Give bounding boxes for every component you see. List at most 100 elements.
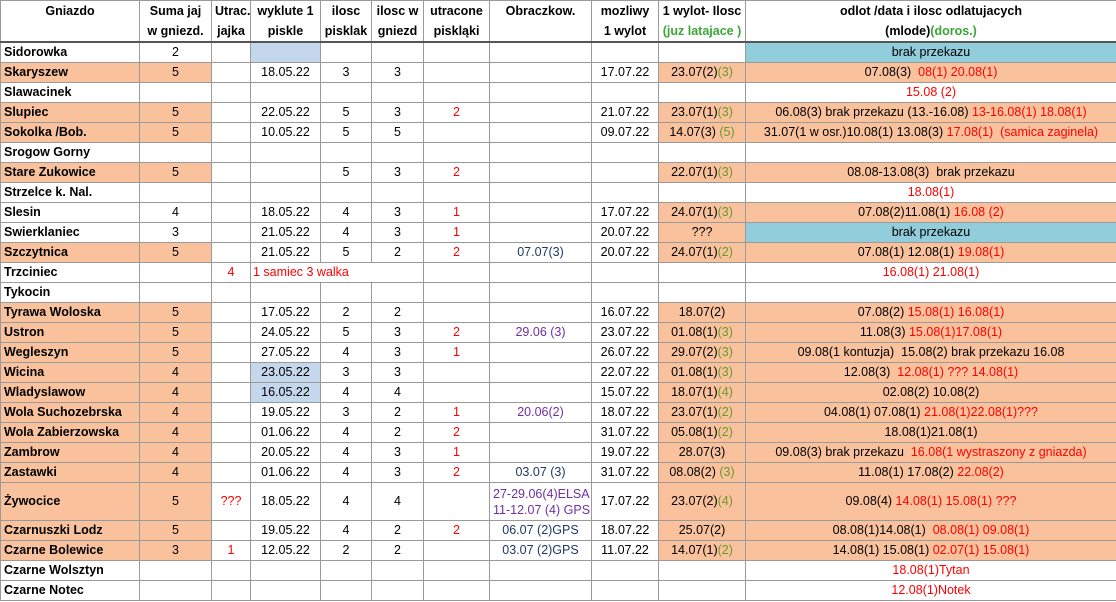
cell-eggs[interactable]: 4 <box>139 442 212 463</box>
cell-hatched[interactable]: 10.05.22 <box>250 122 321 143</box>
cell-lost-eggs[interactable] <box>211 302 251 323</box>
cell-in-nest[interactable]: 4 <box>371 482 424 521</box>
cell-hatched[interactable]: 19.05.22 <box>250 402 321 423</box>
cell-possible-flight[interactable]: 19.07.22 <box>591 442 659 463</box>
header-nest[interactable]: Gniazdo <box>0 0 140 21</box>
cell-eggs[interactable]: 5 <box>139 520 212 541</box>
cell-in-nest[interactable] <box>371 182 424 203</box>
cell-lost-chicks[interactable] <box>423 482 490 521</box>
cell-eggs[interactable] <box>139 142 212 163</box>
cell-hatched[interactable]: 19.05.22 <box>250 520 321 541</box>
cell-ringed[interactable]: 03.07 (3) <box>489 462 592 483</box>
cell-chicks[interactable]: 3 <box>320 402 372 423</box>
cell-lost-chicks[interactable] <box>423 62 490 83</box>
cell-ringed[interactable] <box>489 142 592 163</box>
cell-lost-chicks[interactable] <box>423 182 490 203</box>
cell-eggs[interactable]: 4 <box>139 382 212 403</box>
cell-hatched[interactable]: 01.06.22 <box>250 422 321 443</box>
cell-nest-name[interactable]: Czarnuszki Lodz <box>0 520 140 541</box>
cell-lost-chicks[interactable] <box>423 282 490 303</box>
cell-chicks[interactable]: 5 <box>320 242 372 263</box>
cell-first-flight[interactable] <box>658 41 746 63</box>
header-in-nest[interactable]: ilosc w <box>371 0 424 21</box>
cell-first-flight[interactable]: 01.08(1)(3) <box>658 362 746 383</box>
cell-hatched-note[interactable]: 1 samiec 3 walka <box>250 262 424 283</box>
header2-ringed[interactable] <box>489 21 592 43</box>
cell-in-nest[interactable]: 3 <box>371 442 424 463</box>
cell-chicks[interactable]: 4 <box>320 482 372 521</box>
cell-possible-flight[interactable]: 20.07.22 <box>591 242 659 263</box>
cell-chicks[interactable]: 2 <box>320 302 372 323</box>
cell-ringed[interactable] <box>489 62 592 83</box>
cell-lost-chicks[interactable]: 2 <box>423 322 490 343</box>
cell-lost-eggs[interactable] <box>211 442 251 463</box>
cell-eggs[interactable]: 4 <box>139 422 212 443</box>
cell-lost-chicks[interactable]: 1 <box>423 222 490 243</box>
cell-lost-chicks[interactable]: 2 <box>423 242 490 263</box>
cell-in-nest[interactable] <box>371 560 424 581</box>
cell-chicks[interactable]: 2 <box>320 540 372 561</box>
cell-ringed[interactable]: 06.07 (2)GPS <box>489 520 592 541</box>
cell-in-nest[interactable]: 3 <box>371 322 424 343</box>
cell-nest-name[interactable]: Skaryszew <box>0 62 140 83</box>
header-hatched[interactable]: wyklute 1 <box>250 0 321 21</box>
cell-chicks[interactable]: 4 <box>320 222 372 243</box>
cell-nest-name[interactable]: Strzelce k. Nal. <box>0 182 140 203</box>
cell-lost-chicks[interactable] <box>423 302 490 323</box>
cell-first-flight[interactable]: 23.07(1)(3) <box>658 102 746 123</box>
cell-ringed[interactable] <box>489 202 592 223</box>
cell-first-flight[interactable]: 14.07(3) (5) <box>658 122 746 143</box>
cell-chicks[interactable]: 5 <box>320 122 372 143</box>
cell-in-nest[interactable]: 2 <box>371 540 424 561</box>
cell-hatched[interactable]: 01.06.22 <box>250 462 321 483</box>
cell-hatched[interactable]: 18.05.22 <box>250 202 321 223</box>
cell-hatched[interactable] <box>250 560 321 581</box>
cell-departure[interactable]: 11.08(1) 17.08(2) 22.08(2) <box>745 462 1116 483</box>
cell-ringed[interactable] <box>489 422 592 443</box>
cell-first-flight[interactable] <box>658 580 746 601</box>
cell-ringed[interactable] <box>489 302 592 323</box>
cell-possible-flight[interactable]: 31.07.22 <box>591 422 659 443</box>
cell-eggs[interactable]: 5 <box>139 62 212 83</box>
cell-ringed[interactable] <box>489 282 592 303</box>
cell-eggs[interactable]: 3 <box>139 222 212 243</box>
cell-in-nest[interactable]: 3 <box>371 202 424 223</box>
cell-chicks[interactable] <box>320 560 372 581</box>
cell-departure[interactable]: 09.08(4) 14.08(1) 15.08(1) ??? <box>745 482 1116 521</box>
cell-lost-chicks[interactable]: 2 <box>423 422 490 443</box>
cell-eggs[interactable] <box>139 262 212 283</box>
cell-in-nest[interactable]: 2 <box>371 402 424 423</box>
cell-lost-eggs[interactable] <box>211 41 251 63</box>
header-first-flight[interactable]: 1 wylot- Ilosc <box>658 0 746 21</box>
cell-nest-name[interactable]: Żywocice <box>0 482 140 521</box>
cell-eggs[interactable]: 5 <box>139 162 212 183</box>
cell-ringed[interactable] <box>489 82 592 103</box>
cell-nest-name[interactable]: Wola Suchozebrska <box>0 402 140 423</box>
header-eggs[interactable]: Suma jaj <box>139 0 212 21</box>
cell-chicks[interactable] <box>320 142 372 163</box>
cell-ringed[interactable] <box>489 560 592 581</box>
cell-departure[interactable]: 02.08(2) 10.08(2) <box>745 382 1116 403</box>
cell-chicks[interactable]: 4 <box>320 382 372 403</box>
cell-lost-chicks[interactable] <box>423 540 490 561</box>
cell-first-flight[interactable] <box>658 142 746 163</box>
cell-lost-chicks[interactable]: 1 <box>423 402 490 423</box>
header2-eggs[interactable]: w gniezd. <box>139 21 212 43</box>
cell-first-flight[interactable]: 29.07(2)(3) <box>658 342 746 363</box>
cell-departure[interactable]: 15.08 (2) <box>745 82 1116 103</box>
cell-nest-name[interactable]: Sidorowka <box>0 41 140 63</box>
cell-possible-flight[interactable] <box>591 580 659 601</box>
cell-nest-name[interactable]: Czarne Wolsztyn <box>0 560 140 581</box>
cell-departure[interactable]: 12.08(1)Notek <box>745 580 1116 601</box>
cell-hatched[interactable]: 12.05.22 <box>250 540 321 561</box>
cell-hatched[interactable]: 21.05.22 <box>250 242 321 263</box>
cell-in-nest[interactable]: 3 <box>371 462 424 483</box>
cell-possible-flight[interactable] <box>591 182 659 203</box>
cell-lost-chicks[interactable] <box>423 580 490 601</box>
cell-eggs[interactable]: 4 <box>139 362 212 383</box>
header-possible-flight[interactable]: mozliwy <box>591 0 659 21</box>
cell-departure[interactable]: 31.07(1 w osr.)10.08(1) 13.08(3) 17.08(1… <box>745 122 1116 143</box>
cell-chicks[interactable]: 5 <box>320 102 372 123</box>
cell-first-flight[interactable]: 14.07(1)(2) <box>658 540 746 561</box>
cell-departure[interactable]: 09.08(1 kontuzja) 15.08(2) brak przekazu… <box>745 342 1116 363</box>
